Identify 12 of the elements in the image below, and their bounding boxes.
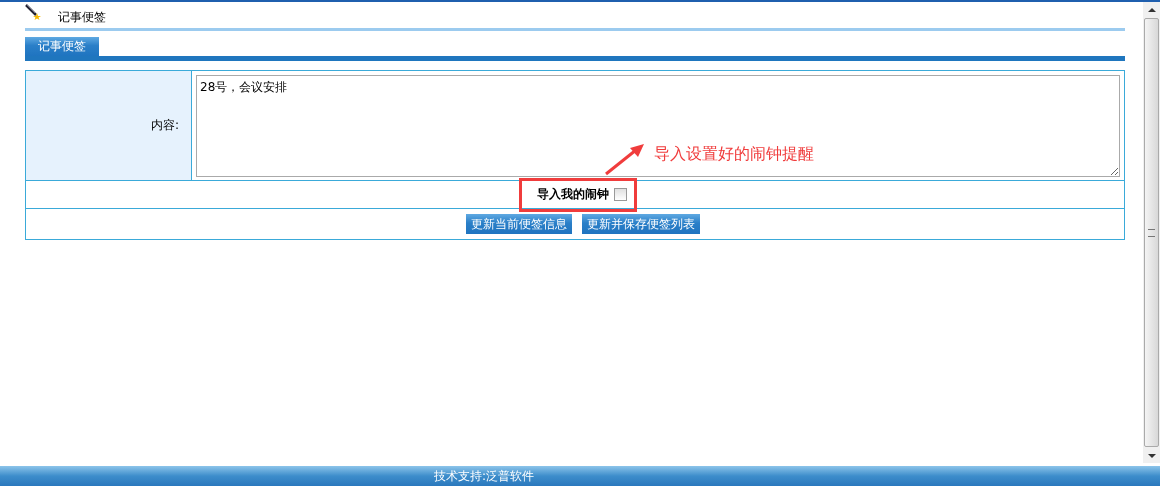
field-label: 内容: xyxy=(150,117,179,134)
checkbox[interactable] xyxy=(614,188,627,201)
footer-text: 技术支持:泛普软件 xyxy=(434,467,535,485)
tab[interactable]: 记事便签 xyxy=(25,37,99,56)
scrollbar[interactable] xyxy=(1143,2,1160,463)
action-button[interactable]: 更新并保存便签列表 xyxy=(582,214,700,234)
annotation-text: 导入设置好的闹钟提醒 xyxy=(654,144,814,165)
checkbox-label: 导入我的闹钟 xyxy=(537,186,609,203)
annotation-arrow xyxy=(604,142,646,176)
action-button[interactable]: 更新当前便签信息 xyxy=(466,214,572,234)
page-title: 记事便签 xyxy=(58,8,106,26)
pen-icon xyxy=(25,4,41,20)
